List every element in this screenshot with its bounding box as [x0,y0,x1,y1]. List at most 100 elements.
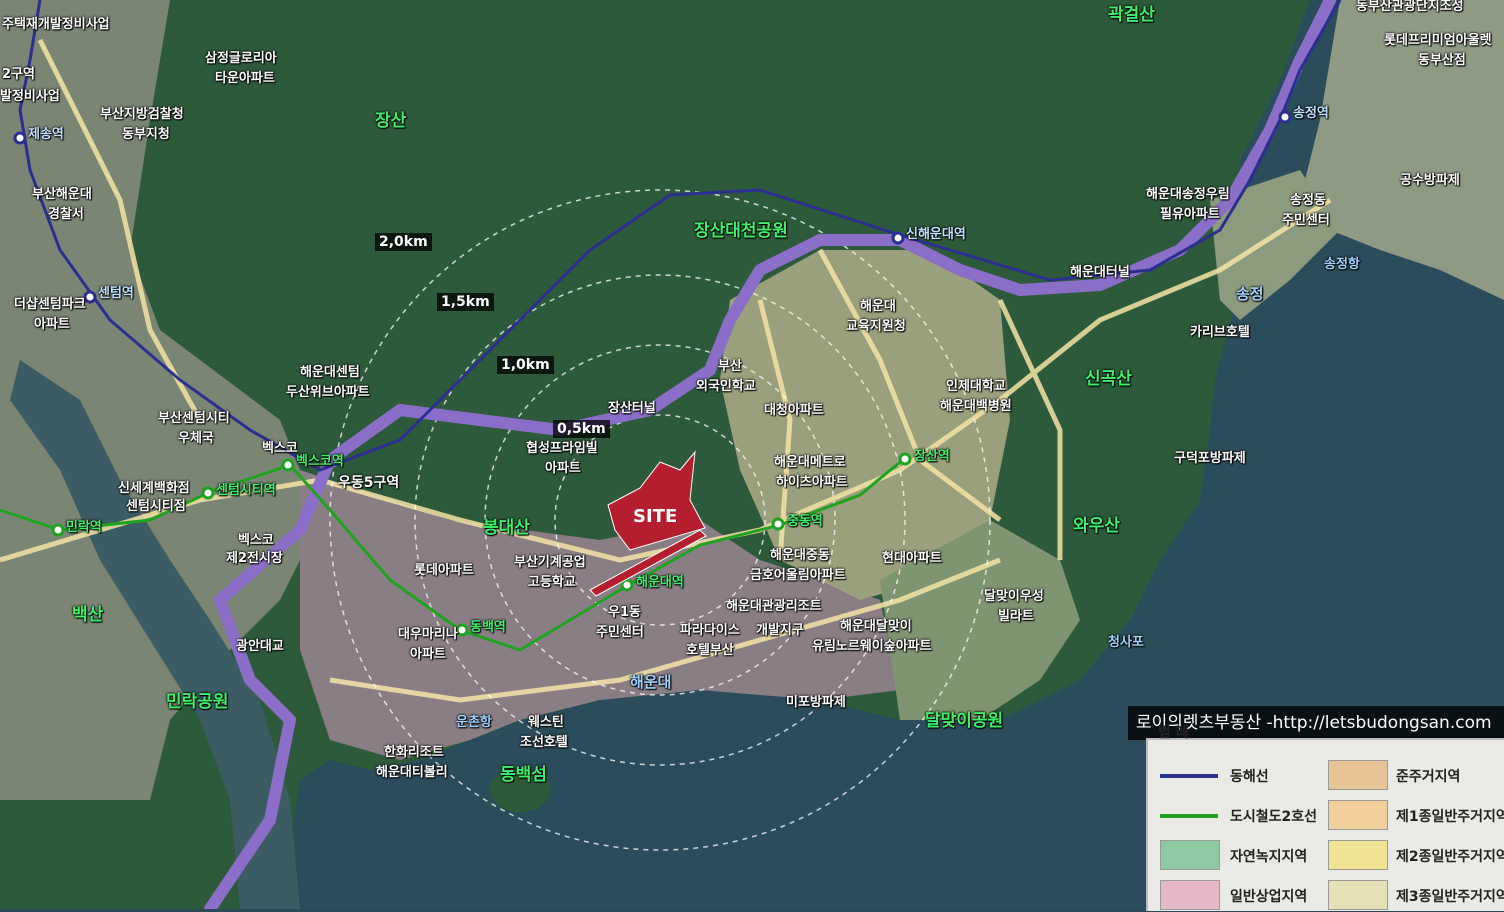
place-label: 아파트 [34,317,70,332]
legend-label: 자연녹지지역 [1230,849,1308,865]
place-label: 부산센텀시티 [158,411,230,426]
place-label: 공수방파제 [1400,173,1460,188]
place-label: 금호어울림아파트 [750,568,846,583]
mountain-label-bongdae: 봉대산 [483,518,530,538]
legend-label: 도시철도2호선 [1230,809,1318,825]
place-label: 장산터널 [608,401,656,416]
legend-label: 제1종일반주거지역 [1396,809,1504,825]
place-label: 발정비사업 [0,89,60,104]
place-label: 해운대중동 [770,548,830,563]
place-label: 센텀시티점 [126,499,186,514]
station-label-haeundae: 해운대역 [636,575,684,590]
legend-title: 범 례 [1158,725,1189,741]
place-label: 타운아파트 [215,71,275,86]
place-label: 우동5구역 [338,475,400,491]
legend-label: 제2종일반주거지역 [1396,849,1504,865]
site-label: SITE [633,506,678,527]
legend-swatch [1160,840,1220,870]
place-label: 우1동 [608,605,641,620]
place-label: 우체국 [178,431,214,446]
place-label: 해운대터널 [1070,265,1130,280]
place-label: 해운대백병원 [940,399,1012,414]
place-label: 빌라트 [998,609,1034,624]
place-label: 협성프라임빌 [526,441,598,456]
place-label: 한화리조트 [384,745,444,760]
station-label-jungdong: 중동역 [787,514,823,529]
place-label: 달맞이우성 [984,589,1044,604]
place-label: 하이츠아파트 [776,475,848,490]
place-label: 더샵센텀파크 [14,297,86,312]
place-label: 제2전시장 [226,551,283,566]
place-label: 벡스코 [262,441,298,456]
beach-label-songjeong: 송정 [1236,285,1264,303]
legend-swatch [1160,880,1220,910]
place-label: 벡스코 [238,533,274,548]
place-label: 2구역 [2,67,35,82]
beach-label-haeundae: 해운대 [630,673,672,691]
place-label: 고등학교 [528,575,576,590]
mountain-label-jangsan: 장산 [375,111,407,131]
place-label: 대우마리나 [398,627,458,642]
place-label: 운촌항 [456,715,492,730]
place-label: 부산해운대 [32,187,92,202]
place-label: 동부산점 [1418,53,1466,68]
place-label: 신세계백화점 [118,481,190,496]
place-label: 파라다이스 [680,623,740,638]
legend-swatch [1328,880,1388,910]
mountain-label-wawoo: 와우산 [1073,516,1120,536]
place-label: 삼정글로리아 [205,51,277,66]
place-label: 경찰서 [48,207,84,222]
place-label: 송정동 [1290,193,1326,208]
place-label: 개발지구 [756,623,804,638]
place-label: 필유아파트 [1160,207,1220,222]
place-label: 롯데아파트 [414,563,474,578]
place-label: 부산 [718,359,742,374]
place-label: 인제대학교 [946,379,1006,394]
place-label: 해운대달맞이 [840,619,912,634]
legend-label: 제3종일반주거지역 [1396,889,1504,905]
radius-label-1-5km: 1,5km [437,293,494,311]
station-label-jangsan: 장산역 [914,449,950,464]
place-label: 부산기계공업 [514,555,586,570]
island-label-dongbaek: 동백섬 [500,765,547,785]
place-label: 롯데프리미엄아울렛 [1384,33,1492,48]
station-label-centum-city: 센텀시티역 [216,483,276,498]
station-label-jesong: 제송역 [28,127,64,142]
park-label-millak: 민락공원 [166,692,229,712]
place-label: 외국인학교 [696,379,756,394]
place-label: 대청아파트 [764,403,824,418]
place-label: 호텔부산 [686,643,734,658]
station-label-bexco: 벡스코역 [296,454,344,469]
place-label: 유림노르웨이숲아파트 [812,639,932,654]
mountain-label-gwakgeol: 곽걸산 [1108,5,1155,25]
place-label: 웨스틴 [528,715,564,730]
place-label: 송정항 [1324,257,1360,272]
legend-swatch [1328,800,1388,830]
place-label: 동부산관광단지조성 [1356,0,1464,14]
station-label-sinhaeundae: 신해운대역 [906,227,966,242]
place-label: 해운대메트로 [774,455,846,470]
place-label: 조선호텔 [520,735,568,750]
legend-swatch [1328,840,1388,870]
park-label-jangsan-daecheon: 장산대천공원 [694,221,788,241]
place-label: 동부지청 [122,127,170,142]
park-label-dalmaji: 달맞이공원 [925,711,1004,731]
legend-swatch [1328,760,1388,790]
radius-label-0-5km: 0,5km [553,420,610,438]
station-label-millak: 민락역 [66,520,102,535]
station-label-centum: 센텀역 [98,286,134,301]
place-label: 카리브호텔 [1190,325,1250,340]
legend-line-metro2 [1160,814,1218,818]
station-label-songjeong: 송정역 [1293,106,1329,121]
station-label-dongbaek: 동백역 [470,620,506,635]
radius-label-1km: 1,0km [497,356,554,374]
legend-label: 동해선 [1230,769,1269,785]
place-label: 현대아파트 [882,551,942,566]
legend-label: 준주거지역 [1396,769,1461,785]
place-label: 구덕포방파제 [1174,451,1246,466]
place-label: 해운대 [860,299,896,314]
place-label: 주민센터 [596,625,644,640]
legend-label: 일반상업지역 [1230,889,1308,905]
place-label: 청사포 [1108,635,1144,650]
place-label: 해운대센텀 [300,365,360,380]
